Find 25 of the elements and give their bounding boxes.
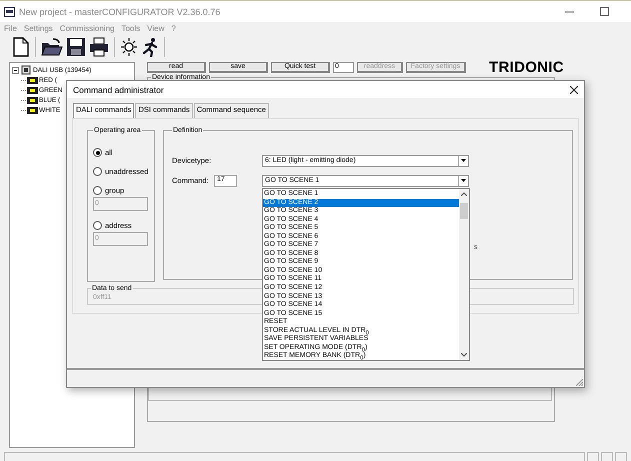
status-panel [615, 452, 627, 461]
scrollbar[interactable] [459, 189, 469, 360]
app-icon [4, 6, 15, 16]
printer-icon[interactable] [89, 37, 109, 57]
collapse-icon[interactable] [12, 66, 19, 74]
lamp-module-icon [27, 106, 38, 114]
new-document-icon[interactable] [12, 37, 30, 57]
lamp-module-icon [27, 86, 38, 94]
dialog-title: Command administrator [73, 84, 164, 94]
scroll-thumb[interactable] [460, 203, 468, 219]
resize-grip-icon[interactable] [576, 379, 583, 386]
scroll-down-icon[interactable] [461, 353, 467, 357]
caret-icon [461, 179, 466, 182]
lamp-module-icon [27, 96, 38, 104]
lamp-module-icon [27, 76, 38, 84]
caret-icon [461, 159, 466, 162]
window-title: New project - masterCONFIGURATOR V2.36.0.76 [19, 6, 220, 16]
status-panel [601, 452, 613, 461]
logo: TRIDONIC [489, 58, 564, 76]
scroll-up-icon[interactable] [461, 192, 467, 196]
close-icon[interactable] [570, 86, 578, 94]
status-panel [587, 452, 599, 461]
running-person-icon[interactable] [141, 37, 159, 57]
maximize-icon[interactable] [600, 7, 609, 16]
open-folder-icon[interactable] [41, 37, 63, 57]
